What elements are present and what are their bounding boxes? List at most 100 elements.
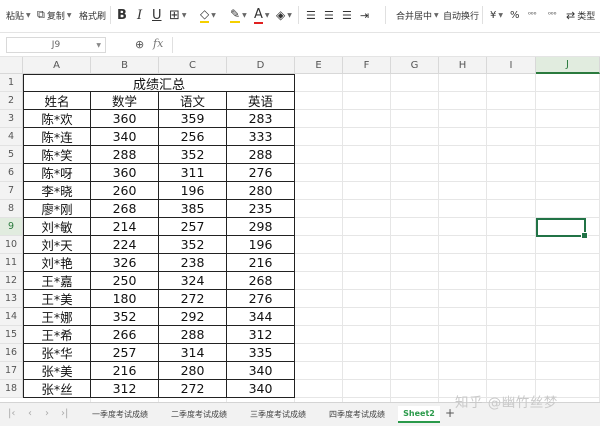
table-cell[interactable]: 张*美 [23,362,91,380]
row-header-5[interactable]: 5 [0,146,23,164]
row-header-13[interactable]: 13 [0,290,23,308]
table-cell[interactable]: 276 [227,164,295,182]
table-cell[interactable]: 268 [227,272,295,290]
table-cell[interactable]: 266 [91,326,159,344]
table-cell[interactable]: 326 [91,254,159,272]
table-cell[interactable]: 李*晓 [23,182,91,200]
table-cell[interactable]: 288 [227,146,295,164]
table-cell[interactable]: 385 [159,200,227,218]
table-cell[interactable]: 298 [227,218,295,236]
indent-button[interactable]: ⇥ [360,4,369,26]
italic-button[interactable]: I [137,4,142,26]
sheet-tab[interactable]: Sheet2 [398,406,440,423]
highlight-button[interactable]: ✎ ▼ [230,4,247,26]
table-cell[interactable]: 312 [227,326,295,344]
zoom-icon[interactable]: ⊕ [135,38,144,51]
underline-button[interactable]: U [152,4,162,26]
align-middle-button[interactable]: ☰ [324,4,334,26]
table-cell[interactable]: 180 [91,290,159,308]
table-cell[interactable]: 272 [159,380,227,398]
table-cell[interactable]: 刘*天 [23,236,91,254]
table-cell[interactable]: 王*娜 [23,308,91,326]
header-cell[interactable]: 语文 [159,92,227,110]
table-cell[interactable]: 340 [91,128,159,146]
table-cell[interactable]: 314 [159,344,227,362]
decrease-decimal-button[interactable]: ⁰⁰⁰ [548,4,556,26]
table-cell[interactable]: 352 [159,146,227,164]
selected-cell-j9[interactable] [536,218,588,239]
sheet-tab[interactable]: 一季度考试成绩 [82,406,158,423]
table-cell[interactable]: 283 [227,110,295,128]
percent-button[interactable]: % [510,4,520,26]
table-cell[interactable]: 238 [159,254,227,272]
table-cell[interactable]: 311 [159,164,227,182]
table-cell[interactable]: 王*美 [23,290,91,308]
table-cell[interactable]: 352 [159,236,227,254]
row-header-17[interactable]: 17 [0,362,23,380]
last-sheet-icon[interactable]: ›| [61,408,68,419]
row-header-16[interactable]: 16 [0,344,23,362]
function-icon[interactable]: fx [153,37,163,50]
table-cell[interactable]: 268 [91,200,159,218]
table-cell[interactable]: 王*嘉 [23,272,91,290]
wrap-text-button[interactable]: 自动换行 [443,4,479,26]
paste-button[interactable]: 粘贴 ▼ [6,4,31,26]
table-cell[interactable]: 214 [91,218,159,236]
merge-center-button[interactable]: 合并居中 ▼ [396,4,439,26]
sheet-tab[interactable]: 二季度考试成绩 [161,406,237,423]
type-convert-button[interactable]: ⇄ 类型 [566,4,595,26]
name-box[interactable]: J9 ▼ [6,37,106,53]
column-header-f[interactable]: F [343,57,391,74]
table-cell[interactable]: 陈*连 [23,128,91,146]
column-header-h[interactable]: H [439,57,487,74]
table-cell[interactable]: 张*丝 [23,380,91,398]
table-cell[interactable]: 360 [91,110,159,128]
column-header-c[interactable]: C [159,57,227,74]
row-header-6[interactable]: 6 [0,164,23,182]
table-cell[interactable]: 288 [91,146,159,164]
row-header-11[interactable]: 11 [0,254,23,272]
sheet-tab[interactable]: 四季度考试成绩 [319,406,395,423]
column-header-g[interactable]: G [391,57,439,74]
row-header-3[interactable]: 3 [0,110,23,128]
formula-input[interactable] [172,37,596,53]
table-cell[interactable]: 250 [91,272,159,290]
format-painter-button[interactable]: 格式刷 [79,4,106,26]
first-sheet-icon[interactable]: |‹ [8,408,15,419]
table-cell[interactable]: 张*华 [23,344,91,362]
row-header-12[interactable]: 12 [0,272,23,290]
table-cell[interactable]: 359 [159,110,227,128]
row-header-8[interactable]: 8 [0,200,23,218]
next-sheet-icon[interactable]: › [45,408,49,419]
font-color-button[interactable]: A ▼ [254,4,270,26]
table-cell[interactable]: 335 [227,344,295,362]
row-header-1[interactable]: 1 [0,74,23,92]
table-cell[interactable]: 196 [227,236,295,254]
table-cell[interactable]: 刘*敏 [23,218,91,236]
table-cell[interactable]: 257 [91,344,159,362]
fill-color-button[interactable]: ◇ ▼ [200,4,216,26]
column-header-i[interactable]: I [487,57,536,74]
table-cell[interactable]: 280 [227,182,295,200]
table-cell[interactable]: 王*希 [23,326,91,344]
table-cell[interactable]: 257 [159,218,227,236]
table-cell[interactable]: 陈*呀 [23,164,91,182]
column-header-j[interactable]: J [536,57,600,74]
copy-button[interactable]: ⧉ 复制 ▼ [37,4,72,26]
table-cell[interactable]: 288 [159,326,227,344]
table-cell[interactable]: 刘*艳 [23,254,91,272]
row-header-14[interactable]: 14 [0,308,23,326]
table-cell[interactable]: 216 [91,362,159,380]
table-cell[interactable]: 陈*欢 [23,110,91,128]
table-cell[interactable]: 340 [227,380,295,398]
table-cell[interactable]: 312 [91,380,159,398]
header-cell[interactable]: 数学 [91,92,159,110]
table-cell[interactable]: 224 [91,236,159,254]
row-header-4[interactable]: 4 [0,128,23,146]
row-header-2[interactable]: 2 [0,92,23,110]
prev-sheet-icon[interactable]: ‹ [28,408,32,419]
table-cell[interactable]: 340 [227,362,295,380]
table-cell[interactable]: 333 [227,128,295,146]
table-cell[interactable]: 344 [227,308,295,326]
table-cell[interactable]: 陈*笑 [23,146,91,164]
